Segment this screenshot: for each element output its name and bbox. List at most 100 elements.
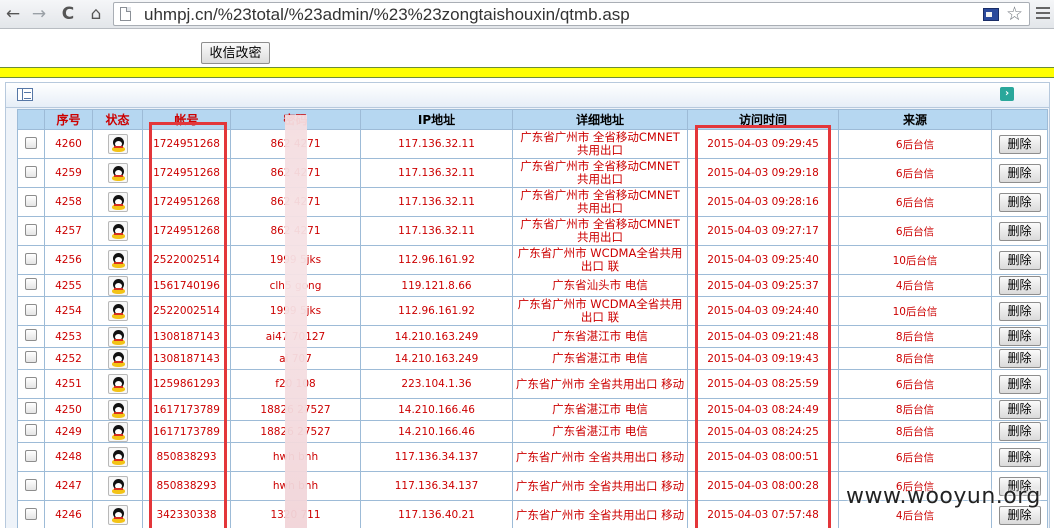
delete-button[interactable]: 删除 [998, 250, 1041, 270]
delete-button[interactable]: 删除 [998, 349, 1041, 368]
qq-penguin-icon[interactable] [107, 134, 128, 154]
row-time: 2015-04-03 08:00:51 [687, 442, 839, 472]
row-checkbox[interactable] [25, 165, 37, 178]
qq-penguin-icon[interactable] [107, 221, 128, 241]
row-source: 8后台信 [838, 398, 992, 421]
table-row: 4248 850838293 hwh bnh 117.136.34.137 广东省广州市… [17, 442, 1048, 472]
row-account: 850838293 [142, 442, 231, 472]
row-action: 删除 [991, 216, 1048, 246]
row-action: 删除 [991, 296, 1048, 326]
row-address: 广东省汕头市 电信 [512, 274, 688, 297]
qq-penguin-icon[interactable] [107, 476, 128, 496]
flag-icon[interactable] [983, 8, 999, 21]
home-icon[interactable]: ⌂ [85, 3, 107, 25]
row-checkbox[interactable] [25, 351, 37, 363]
browser-toolbar: ← → C ⌂ uhmpj.cn/%23total/%23admin/%23%2… [0, 0, 1054, 29]
row-status [92, 216, 143, 246]
address-bar[interactable]: uhmpj.cn/%23total/%23admin/%23%23zongtai… [113, 2, 1030, 26]
row-account: 2522002514 [142, 296, 231, 326]
table-row: 42511259861293f20 108223.104.1.36广东省广州市 … [17, 369, 1048, 399]
qq-penguin-icon[interactable] [107, 301, 128, 321]
delete-button[interactable]: 删除 [998, 422, 1041, 441]
header-ip: IP地址 [360, 109, 513, 130]
qq-penguin-icon[interactable] [107, 374, 128, 394]
row-source: 6后台信 [838, 442, 992, 472]
delete-button[interactable]: 删除 [998, 327, 1041, 346]
row-time: 2015-04-03 09:28:16 [687, 187, 839, 217]
row-time: 2015-04-03 09:29:45 [687, 129, 839, 159]
qq-penguin-icon[interactable] [107, 192, 128, 212]
row-address: 广东省湛江市 电信 [512, 398, 688, 421]
row-account: 1308187143 [142, 325, 231, 348]
row-checkbox[interactable] [25, 402, 37, 414]
forward-icon[interactable]: → [28, 3, 50, 25]
row-time: 2015-04-03 09:29:18 [687, 158, 839, 188]
row-status [92, 274, 143, 297]
row-ip: 117.136.32.11 [360, 216, 513, 246]
row-time: 2015-04-03 09:27:17 [687, 216, 839, 246]
qq-penguin-icon[interactable] [107, 399, 128, 420]
row-address: 广东省广州市 全省移动CMNET共用出口 [512, 158, 688, 188]
row-address: 广东省广州市 全省移动CMNET共用出口 [512, 216, 688, 246]
row-checkbox[interactable] [25, 223, 37, 236]
qq-penguin-icon[interactable] [107, 250, 128, 270]
row-action: 删除 [991, 442, 1048, 472]
row-checkbox[interactable] [25, 329, 37, 341]
row-checkbox[interactable] [25, 252, 37, 265]
delete-button[interactable]: 删除 [998, 276, 1041, 295]
row-ip: 117.136.32.11 [360, 129, 513, 159]
url-text[interactable]: uhmpj.cn/%23total/%23admin/%23%23zongtai… [144, 5, 630, 25]
delete-button[interactable]: 删除 [998, 192, 1041, 212]
row-time: 2015-04-03 08:24:49 [687, 398, 839, 421]
delete-button[interactable]: 删除 [998, 134, 1041, 154]
row-status [92, 398, 143, 421]
row-checkbox[interactable] [25, 194, 37, 207]
row-status [92, 187, 143, 217]
delete-button[interactable]: 删除 [998, 301, 1041, 321]
delete-button[interactable]: 删除 [998, 221, 1041, 241]
row-account: 1617173789 [142, 398, 231, 421]
delete-button[interactable]: 删除 [998, 163, 1041, 183]
row-checkbox[interactable] [25, 478, 37, 491]
menu-icon[interactable] [1036, 5, 1050, 21]
row-ip: 119.121.8.66 [360, 274, 513, 297]
back-icon[interactable]: ← [2, 3, 24, 25]
delete-button[interactable]: 删除 [998, 400, 1041, 419]
qq-penguin-icon[interactable] [107, 348, 128, 369]
delete-button[interactable]: 删除 [998, 447, 1041, 467]
panel-header: › [6, 83, 1049, 108]
delete-button[interactable]: 删除 [998, 374, 1041, 394]
yellow-bar [0, 67, 1054, 78]
modify-password-button[interactable]: 收信改密 [201, 42, 270, 64]
row-ip: 14.210.163.249 [360, 347, 513, 370]
row-checkbox[interactable] [25, 449, 37, 462]
row-select-cell [17, 442, 45, 472]
row-account: 1561740196 [142, 274, 231, 297]
row-address: 广东省广州市 全省共用出口 移动 [512, 369, 688, 399]
expand-icon[interactable]: › [1000, 87, 1014, 101]
qq-penguin-icon[interactable] [107, 447, 128, 467]
row-time: 2015-04-03 09:24:40 [687, 296, 839, 326]
row-ip: 117.136.32.11 [360, 158, 513, 188]
table-row: 4259 1724951268 862 4271 117.136.32.11 广东省广州… [17, 158, 1048, 188]
row-action: 删除 [991, 187, 1048, 217]
row-action: 删除 [991, 398, 1048, 421]
qq-penguin-icon[interactable] [107, 421, 128, 442]
row-checkbox[interactable] [25, 136, 37, 149]
bookmark-star-icon[interactable]: ☆ [1006, 3, 1023, 25]
row-ip: 117.136.34.137 [360, 471, 513, 501]
row-checkbox[interactable] [25, 424, 37, 436]
row-checkbox[interactable] [25, 507, 37, 520]
row-checkbox[interactable] [25, 278, 37, 290]
qq-penguin-icon[interactable] [107, 326, 128, 347]
row-checkbox[interactable] [25, 376, 37, 389]
qq-penguin-icon[interactable] [107, 505, 128, 525]
row-checkbox[interactable] [25, 303, 37, 316]
row-account: 1617173789 [142, 420, 231, 443]
row-select-cell [17, 245, 45, 275]
reload-icon[interactable]: C [57, 3, 79, 25]
table-row: 4254 2522002514 1999 5jks 112.96.161.92 广东省广… [17, 296, 1048, 326]
qq-penguin-icon[interactable] [107, 275, 128, 296]
qq-penguin-icon[interactable] [107, 163, 128, 183]
table-row: 4253 1308187143 ai47 70127 14.210.163.249 广东… [17, 325, 1048, 348]
